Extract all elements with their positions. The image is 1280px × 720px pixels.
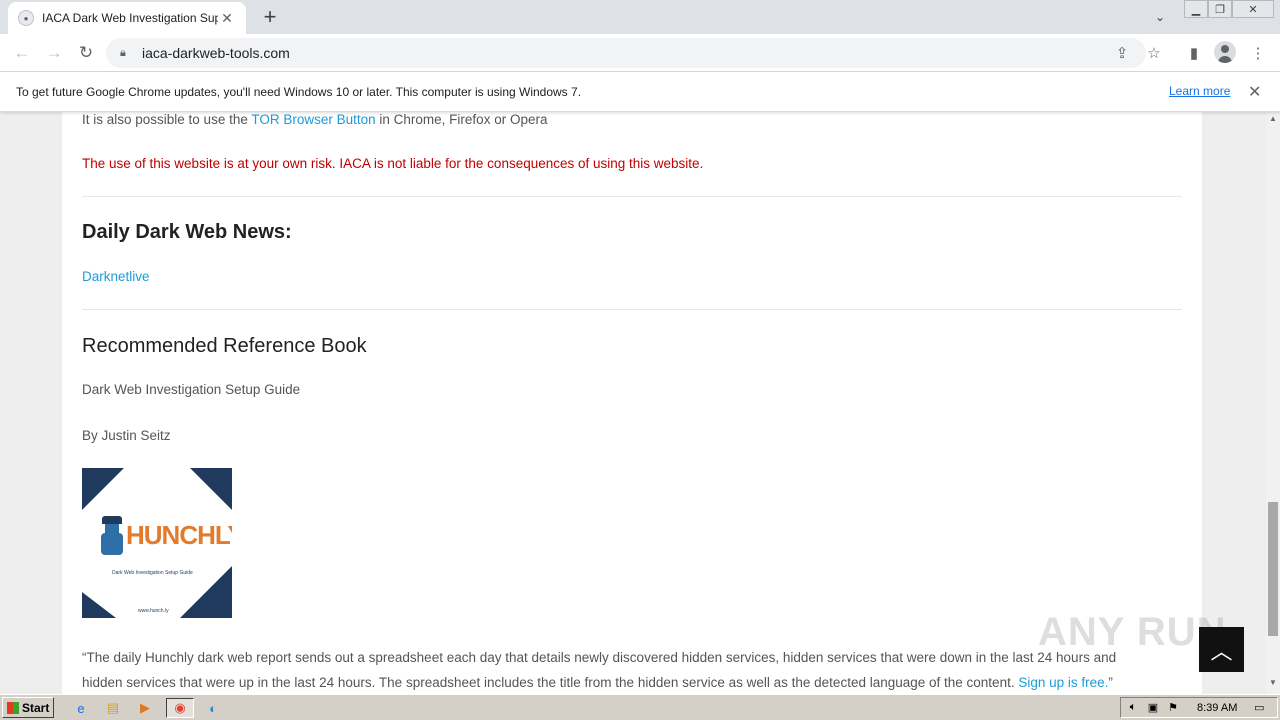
bookmark-star-icon[interactable]: ☆ [1142, 41, 1166, 65]
browser-toolbar: ← → ↻ 🔒︎ iaca-darkweb-tools.com ⇪ ☆ ▮ ⋮ [0, 34, 1280, 72]
darknetlive-link[interactable]: Darknetlive [82, 269, 150, 284]
divider [82, 196, 1182, 197]
page-scrollbar[interactable]: ▲ ▼ [1266, 112, 1280, 694]
quote-text: hidden services that were up in the last… [82, 675, 1019, 690]
tor-text-pre: It is also possible to use the [82, 112, 252, 127]
window-close-button[interactable]: ✕ [1232, 0, 1274, 18]
profile-avatar-icon[interactable] [1214, 41, 1236, 63]
file-explorer-icon[interactable]: ▤ [102, 698, 124, 718]
menu-kebab-icon[interactable]: ⋮ [1246, 41, 1270, 65]
site-favicon-icon: ● [18, 10, 34, 26]
url-text: iaca-darkweb-tools.com [142, 45, 290, 61]
cover-decoration [82, 468, 124, 510]
close-tab-icon[interactable]: ✕ [218, 9, 236, 27]
book-author: By Justin Seitz [82, 428, 171, 443]
scroll-up-arrow-icon[interactable]: ▲ [1269, 114, 1277, 123]
share-icon[interactable]: ⇪ [1110, 41, 1134, 65]
tab-search-chevron-icon[interactable]: ⌄ [1150, 7, 1170, 27]
show-desktop-icon[interactable]: ▭ [1251, 701, 1267, 714]
tab-strip: ● IACA Dark Web Investigation Suppo ✕ + … [0, 0, 1280, 34]
back-arrow-icon[interactable]: ← [10, 41, 34, 65]
scroll-to-top-button[interactable]: ︿ [1199, 627, 1244, 672]
cover-url: www.hunch.ly [138, 608, 169, 614]
start-label: Start [22, 700, 50, 715]
book-cover-image[interactable]: HUNCHLY Dark Web Investigation Setup Gui… [82, 468, 232, 618]
quote-line-1: “The daily Hunchly dark web report sends… [82, 650, 1117, 665]
quote-close-mark: ” [1108, 675, 1113, 690]
internet-explorer-icon[interactable]: e [70, 698, 92, 718]
reference-book-heading: Recommended Reference Book [82, 335, 367, 357]
windows-taskbar: Start e ▤ ▶ ◉ ◐ 🔈︎ ▣ ⚑ 8:39 AM ▭ [0, 694, 1280, 720]
spy-mascot-icon [100, 516, 124, 556]
clock: 8:39 AM [1197, 701, 1238, 714]
reload-icon[interactable]: ↻ [74, 41, 98, 65]
volume-icon[interactable]: 🔈︎ [1125, 701, 1141, 714]
media-player-icon[interactable]: ▶ [134, 698, 156, 718]
book-title: Dark Web Investigation Setup Guide [82, 382, 301, 397]
learn-more-link[interactable]: Learn more [1169, 84, 1230, 98]
update-infobar: To get future Google Chrome updates, you… [0, 72, 1280, 112]
divider [82, 309, 1182, 310]
scroll-down-arrow-icon[interactable]: ▼ [1269, 678, 1277, 687]
side-panel-icon[interactable]: ▮ [1182, 41, 1206, 65]
risk-notice: The use of this website is at your own r… [82, 156, 704, 171]
start-button[interactable]: Start [2, 697, 54, 718]
cover-subtitle: Dark Web Investigation Setup Guide [112, 570, 193, 576]
action-center-flag-icon[interactable]: ⚑ [1165, 701, 1181, 714]
address-bar[interactable]: 🔒︎ iaca-darkweb-tools.com [106, 38, 1146, 68]
restore-button[interactable]: ❐ [1208, 0, 1232, 18]
tor-browser-text: It is also possible to use the TOR Brows… [82, 112, 547, 127]
browser-tab[interactable]: ● IACA Dark Web Investigation Suppo ✕ [8, 2, 246, 34]
network-icon[interactable]: ▣ [1145, 701, 1161, 714]
daily-news-heading: Daily Dark Web News: [82, 221, 292, 243]
page-content: It is also possible to use the TOR Brows… [62, 112, 1202, 694]
forward-arrow-icon[interactable]: → [42, 41, 66, 65]
quote-line-2: hidden services that were up in the last… [82, 675, 1113, 690]
tab-title: IACA Dark Web Investigation Suppo [42, 11, 218, 25]
chevron-up-icon: ︿ [1210, 638, 1233, 664]
tor-browser-button-link[interactable]: TOR Browser Button [251, 112, 375, 127]
page-viewport: It is also possible to use the TOR Brows… [0, 112, 1266, 694]
lock-icon[interactable]: 🔒︎ [120, 47, 134, 60]
cover-decoration [82, 592, 116, 618]
sign-up-link[interactable]: Sign up is free. [1018, 675, 1108, 690]
edge-icon[interactable]: ◐ [202, 698, 224, 718]
new-tab-button[interactable]: + [258, 4, 282, 29]
tor-text-post: in Chrome, Firefox or Opera [375, 112, 548, 127]
infobar-close-icon[interactable]: ✕ [1248, 82, 1261, 102]
infobar-message: To get future Google Chrome updates, you… [16, 84, 582, 99]
minimize-button[interactable]: ▁ [1184, 0, 1208, 18]
windows-logo-icon [7, 701, 19, 714]
system-tray: 🔈︎ ▣ ⚑ 8:39 AM ▭ [1120, 697, 1278, 718]
cover-brand: HUNCHLY [126, 520, 232, 550]
chrome-taskbar-icon[interactable]: ◉ [166, 698, 194, 718]
cover-decoration [190, 468, 232, 510]
scrollbar-thumb[interactable] [1268, 502, 1278, 636]
